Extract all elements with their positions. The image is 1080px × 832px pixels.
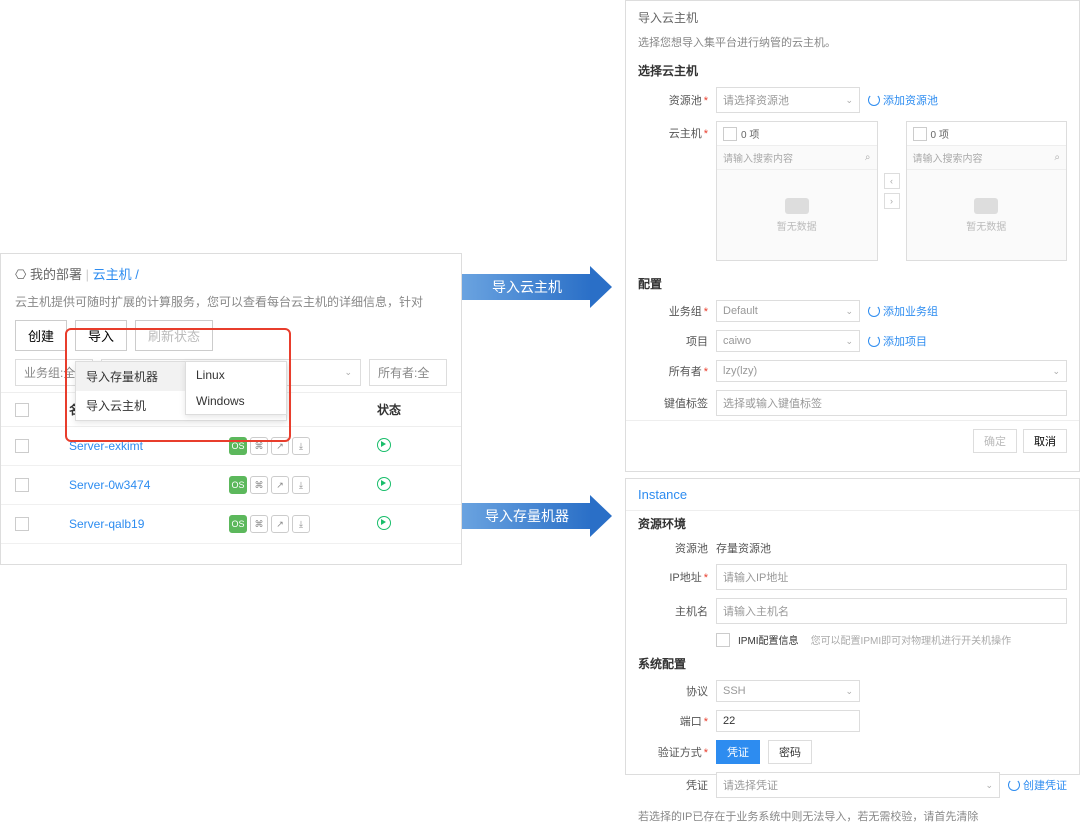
windows-item[interactable]: Windows (186, 388, 286, 414)
hostname-input[interactable]: 请输入主机名 (716, 598, 1067, 624)
chevron-down-icon: ⌄ (845, 95, 853, 106)
source-search[interactable]: 请输入搜索内容 (723, 150, 793, 165)
host-name-link[interactable]: Server-exkimt (55, 427, 215, 466)
host-name-link[interactable]: Server-qalb19 (55, 505, 215, 544)
crumb-deploy[interactable]: 我的部署 (30, 267, 82, 282)
create-button[interactable]: 创建 (15, 320, 67, 351)
empty-icon (974, 198, 998, 214)
cancel-button[interactable]: 取消 (1023, 429, 1067, 453)
move-right-button[interactable]: › (884, 193, 900, 209)
owner-select[interactable]: lzy(lzy)⌄ (716, 360, 1067, 382)
owner-filter[interactable]: 所有者:全 (369, 359, 447, 386)
ipmi-checkbox[interactable] (716, 633, 730, 647)
row-checkbox[interactable] (15, 478, 29, 492)
auth-credential-tab[interactable]: 凭证 (716, 740, 760, 764)
add-proj-link[interactable]: 添加项目 (868, 333, 927, 349)
download-icon[interactable]: ⤓ (292, 515, 310, 533)
terminal-icon[interactable]: ⌘ (250, 437, 268, 455)
select-all-checkbox[interactable] (15, 403, 29, 417)
terminal-icon[interactable]: ⌘ (250, 515, 268, 533)
running-status-icon (377, 477, 391, 491)
target-listbox: 0 项 请输入搜索内容⌕ 暂无数据 (906, 121, 1068, 261)
project-select[interactable]: caiwo⌄ (716, 330, 860, 352)
bizgroup-select[interactable]: Default⌄ (716, 300, 860, 322)
host-name-link[interactable]: Server-0w3474 (55, 466, 215, 505)
pool-value: 存量资源池 (716, 540, 1067, 556)
row-checkbox[interactable] (15, 517, 29, 531)
search-icon: ⌕ (1054, 152, 1060, 163)
running-status-icon (377, 438, 391, 452)
section-config: 配置 (626, 271, 1079, 296)
import-cloudhost-dialog: 导入云主机 选择您想导入集平台进行纳管的云主机。 选择云主机 资源池* 请选择资… (625, 0, 1080, 472)
chevron-down-icon: ⌄ (344, 367, 352, 378)
select-all-source[interactable] (723, 127, 737, 141)
add-pool-link[interactable]: 添加资源池 (868, 92, 938, 108)
download-icon[interactable]: ⤓ (292, 437, 310, 455)
port-input[interactable]: 22 (716, 710, 860, 732)
footer-hint: 若选择的IP已存在于业务系统中则无法导入，若无需校验，请首先清除 (626, 802, 1079, 832)
protocol-select[interactable]: SSH⌄ (716, 680, 860, 702)
resource-pool-select[interactable]: 请选择资源池⌄ (716, 87, 860, 113)
section-env: 资源环境 (626, 511, 1079, 536)
linux-item[interactable]: Linux (186, 362, 286, 388)
source-listbox: 0 项 请输入搜索内容⌕ 暂无数据 (716, 121, 878, 261)
terminal-icon[interactable]: ⌘ (250, 476, 268, 494)
running-status-icon (377, 516, 391, 530)
dialog-title: 导入云主机 (626, 1, 1079, 34)
move-left-button[interactable]: ‹ (884, 173, 900, 189)
ok-button[interactable]: 确定 (973, 429, 1017, 453)
os-icon: OS (229, 437, 247, 455)
table-row[interactable]: Server-0w3474 OS⌘↗⤓ (1, 466, 461, 505)
chart-icon[interactable]: ↗ (271, 437, 289, 455)
add-biz-link[interactable]: 添加业务组 (868, 303, 938, 319)
os-icon: OS (229, 515, 247, 533)
crumb-cloudhost[interactable]: 云主机 (93, 267, 132, 282)
section-system: 系统配置 (626, 651, 1079, 676)
auth-password-tab[interactable]: 密码 (768, 740, 812, 764)
chart-icon[interactable]: ↗ (271, 515, 289, 533)
ip-input[interactable]: 请输入IP地址 (716, 564, 1067, 590)
deploy-icon: ⎔ (15, 267, 26, 282)
kv-tags-input[interactable]: 选择或输入键值标签 (716, 390, 1067, 416)
target-search[interactable]: 请输入搜索内容 (913, 150, 983, 165)
download-icon[interactable]: ⤓ (292, 476, 310, 494)
section-select-host: 选择云主机 (626, 58, 1079, 83)
col-status: 状态 (363, 393, 461, 427)
breadcrumb: ⎔ 我的部署 | 云主机 / (1, 254, 461, 293)
cloud-host-list-panel: ⎔ 我的部署 | 云主机 / 云主机提供可随时扩展的计算服务，您可以查看每台云主… (0, 253, 462, 565)
import-instance-dialog: Instance 资源环境 资源池存量资源池 IP地址*请输入IP地址 主机名请… (625, 478, 1080, 775)
chart-icon[interactable]: ↗ (271, 476, 289, 494)
search-icon: ⌕ (865, 152, 871, 163)
table-row[interactable]: Server-exkimtOS⌘↗⤓ (1, 427, 461, 466)
empty-icon (785, 198, 809, 214)
arrow-import-cloudhost: 导入云主机 (462, 266, 612, 308)
row-icons: OS⌘↗⤓ (215, 427, 363, 466)
page-desc: 云主机提供可随时扩展的计算服务，您可以查看每台云主机的详细信息，针对 (1, 293, 461, 320)
os-submenu: Linux Windows (185, 361, 287, 415)
arrow-import-existing: 导入存量机器 (462, 495, 612, 537)
credential-select[interactable]: 请选择凭证⌄ (716, 772, 1000, 798)
row-checkbox[interactable] (15, 439, 29, 453)
os-icon: OS (229, 476, 247, 494)
create-cred-link[interactable]: 创建凭证 (1008, 777, 1067, 793)
import-button[interactable]: 导入 (75, 320, 127, 351)
refresh-status-button[interactable]: 刷新状态 (135, 320, 213, 351)
instance-title: Instance (626, 479, 1079, 511)
select-all-target[interactable] (913, 127, 927, 141)
dialog-subtitle: 选择您想导入集平台进行纳管的云主机。 (626, 34, 1079, 58)
table-row[interactable]: Server-qalb19 OS⌘↗⤓ (1, 505, 461, 544)
refresh-icon (868, 94, 880, 106)
crumb-sep: / (135, 267, 139, 282)
